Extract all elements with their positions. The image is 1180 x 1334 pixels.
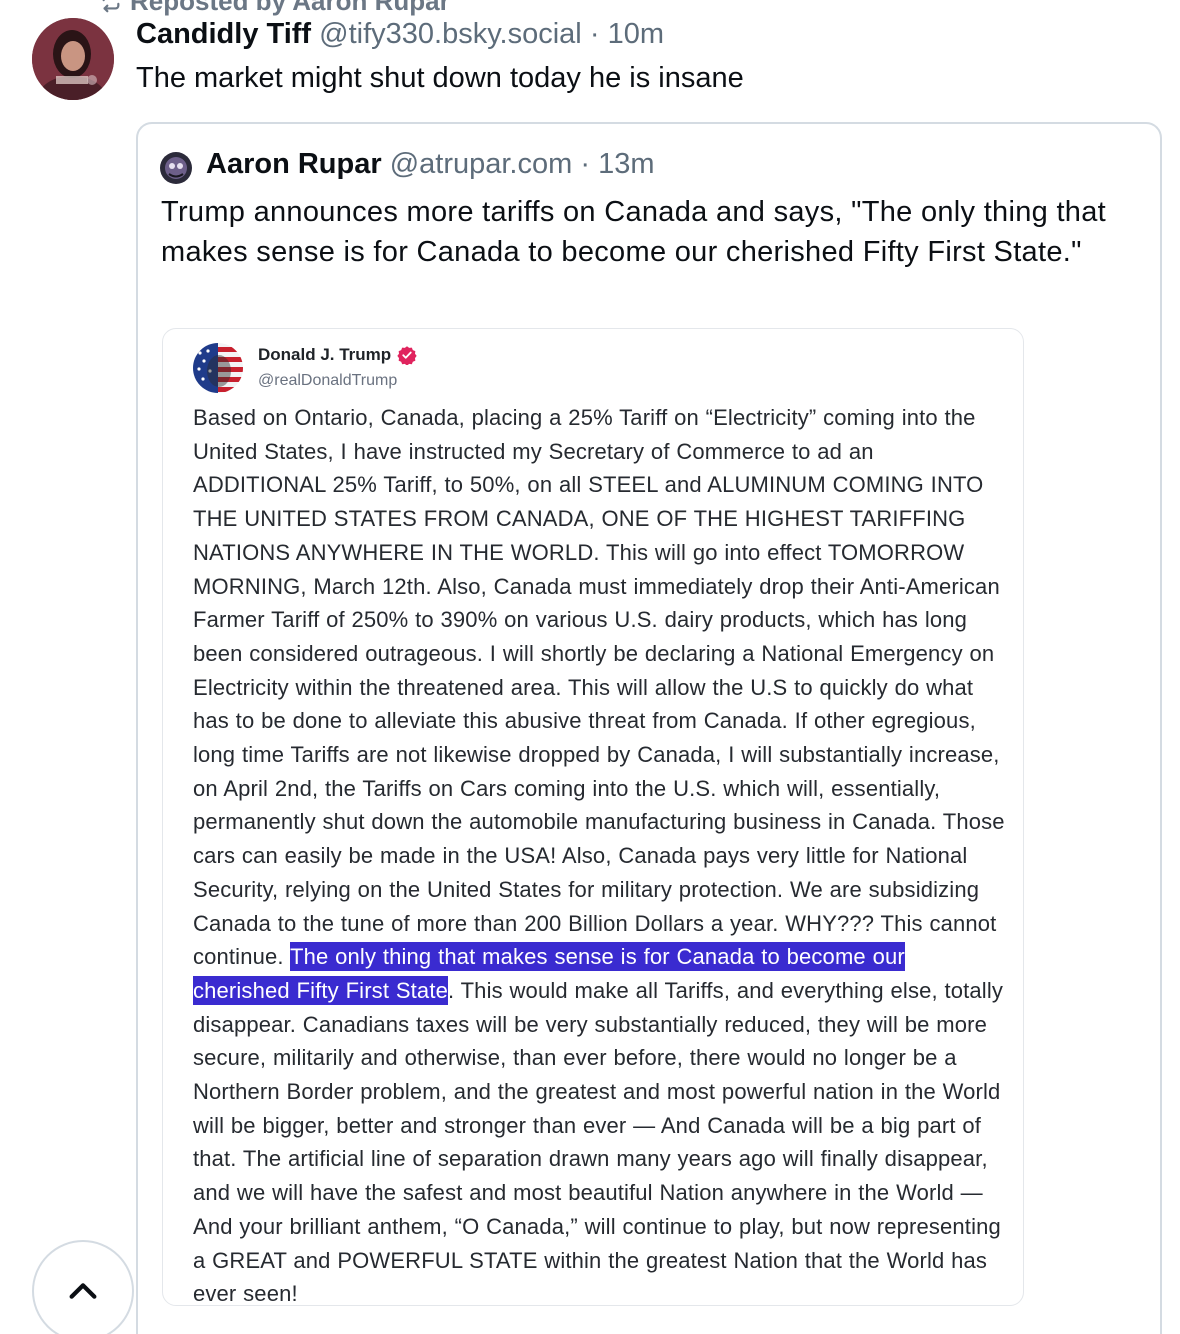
quote-timestamp[interactable]: 13m xyxy=(598,148,654,180)
post-text: The market might shut down today he is i… xyxy=(136,62,744,94)
embed-avatar xyxy=(193,343,243,393)
avatar[interactable] xyxy=(32,18,114,100)
embedded-image[interactable]: Donald J. Trump @realDonaldTrump Based o… xyxy=(162,328,1024,1306)
separator-dot: · xyxy=(589,18,600,50)
quote-author-name[interactable]: Aaron Rupar xyxy=(206,148,382,180)
embed-author-handle: @realDonaldTrump xyxy=(258,372,398,389)
scroll-to-top-button[interactable] xyxy=(32,1240,134,1334)
quote-avatar[interactable] xyxy=(160,152,192,184)
quote-text: Trump announces more tariffs on Canada a… xyxy=(161,196,1107,268)
separator-dot: · xyxy=(580,148,591,180)
chevron-up-icon xyxy=(69,1283,97,1299)
author-handle[interactable]: @tify330.bsky.social xyxy=(319,18,582,50)
feed-page: Reposted by Aaron Rupar Candidly Tiff @t… xyxy=(0,0,1180,1334)
repost-icon xyxy=(102,0,120,12)
embed-author-label: Donald J. Trump xyxy=(258,345,392,364)
embed-body-text: Based on Ontario, Canada, placing a 25% … xyxy=(193,401,1005,1306)
quote-author-handle[interactable]: @atrupar.com xyxy=(390,148,573,180)
quote-avatar-image xyxy=(160,152,192,184)
verified-badge-icon xyxy=(397,346,417,365)
repost-indicator[interactable]: Reposted by Aaron Rupar xyxy=(100,0,450,17)
post-header: Candidly Tiff @tify330.bsky.social · 10m xyxy=(136,18,664,51)
embed-body-after: . This would make all Tariffs, and every… xyxy=(193,977,1004,1306)
embed-author-name: Donald J. Trump xyxy=(258,345,417,365)
quote-header: Aaron Rupar @atrupar.com · 13m xyxy=(206,148,655,181)
avatar-image xyxy=(32,18,114,100)
embed-avatar-image xyxy=(193,343,243,393)
post-timestamp[interactable]: 10m xyxy=(608,18,664,50)
author-name[interactable]: Candidly Tiff xyxy=(136,18,311,50)
embed-body-before: Based on Ontario, Canada, placing a 25% … xyxy=(193,405,1005,970)
repost-label: Reposted by Aaron Rupar xyxy=(130,0,450,16)
